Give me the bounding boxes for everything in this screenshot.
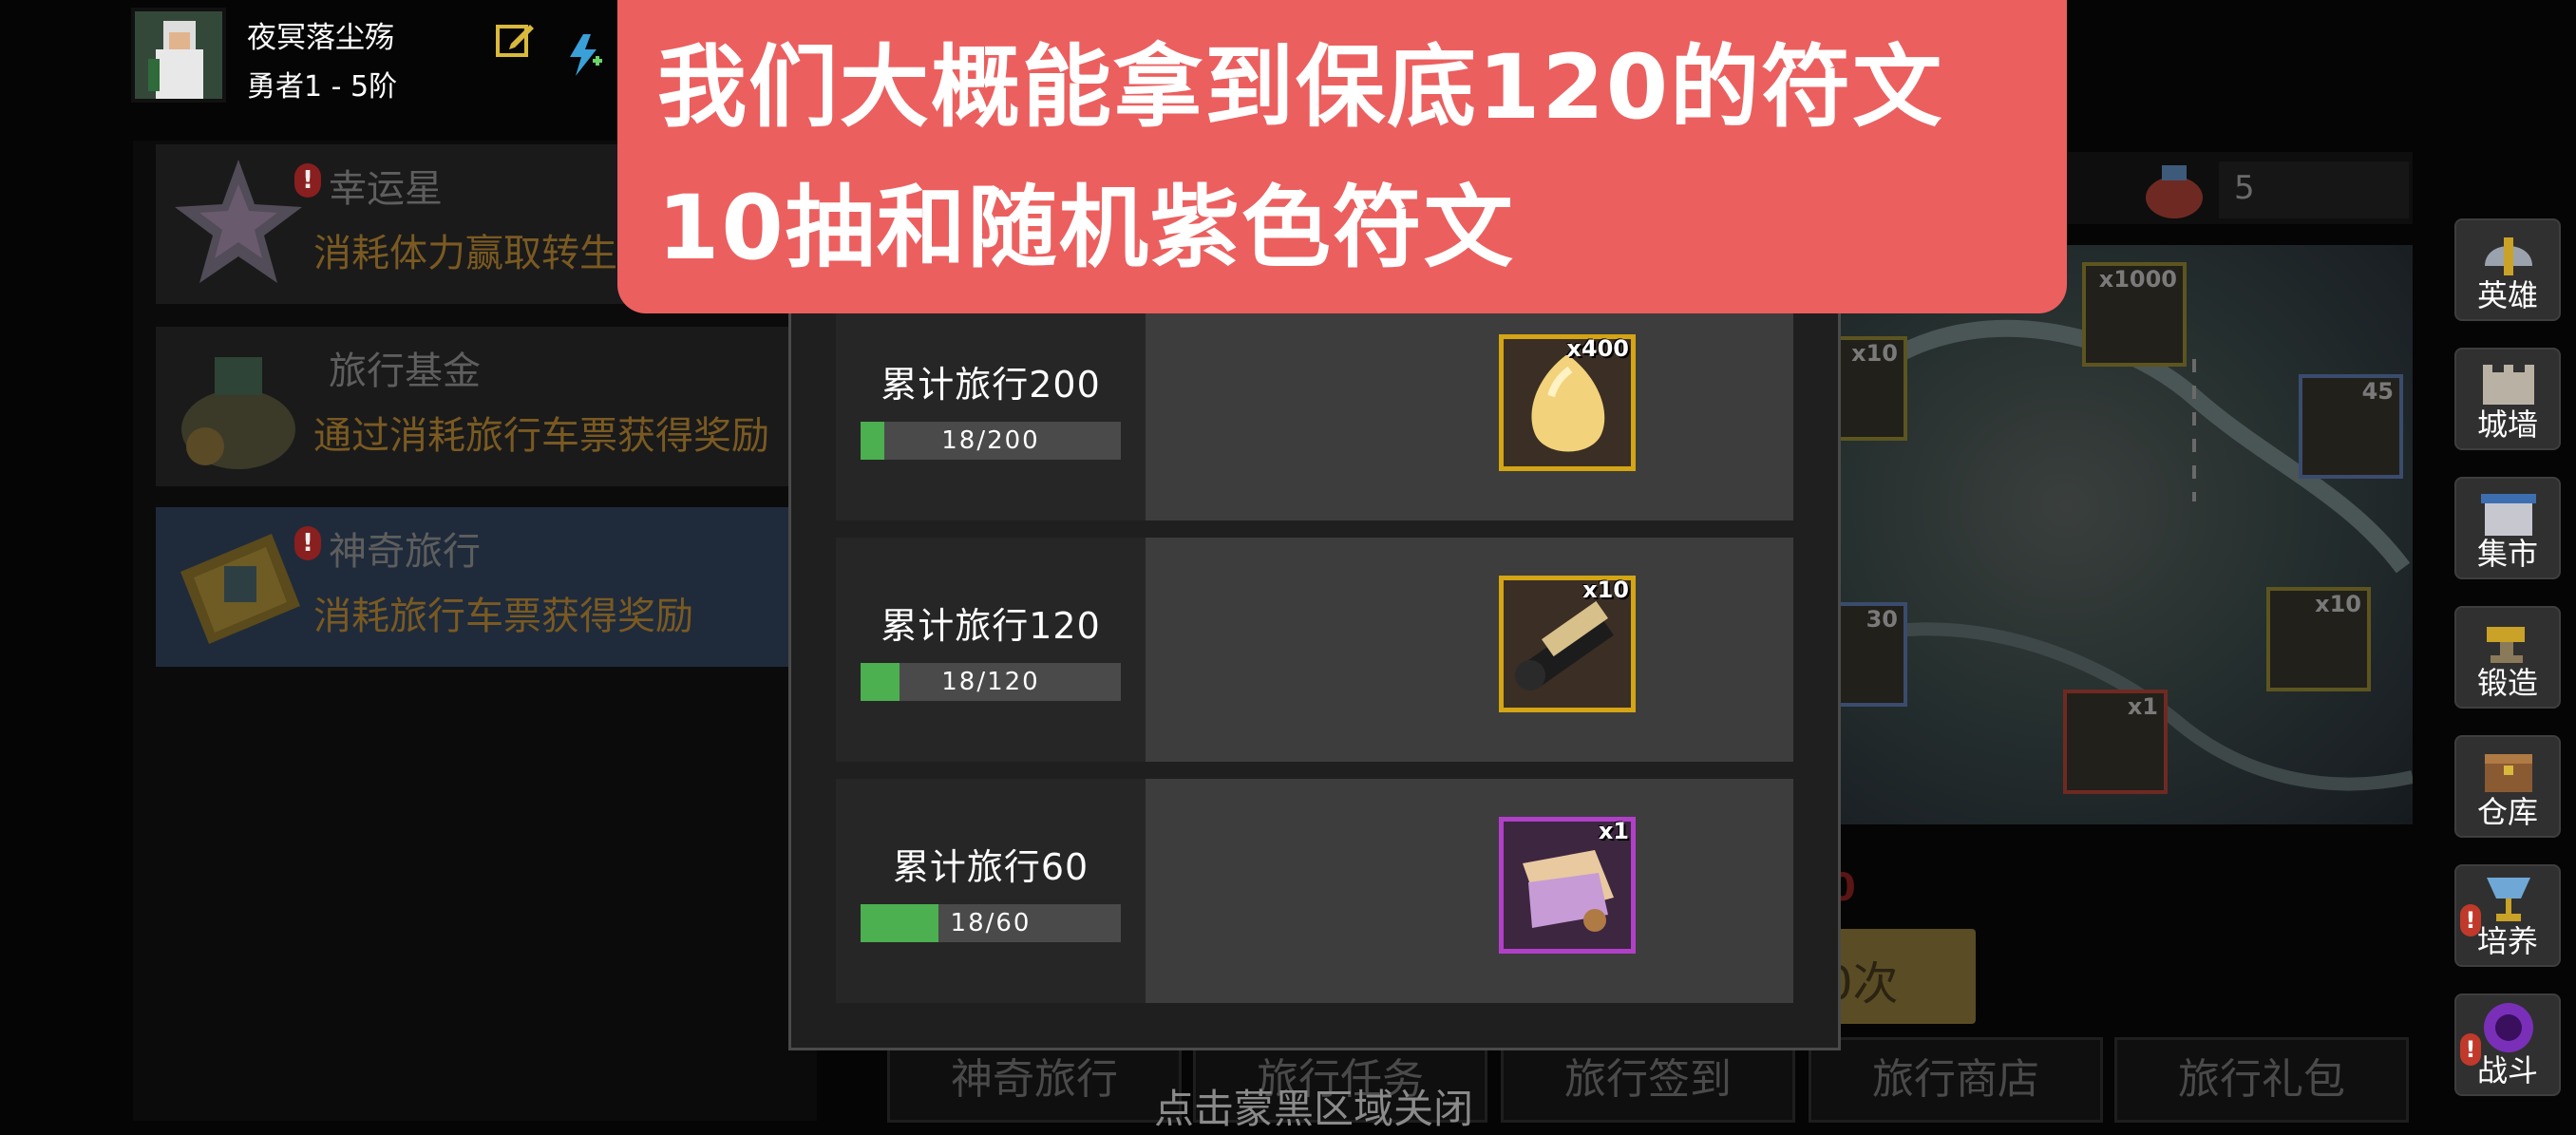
nav-label: 锻造 — [2476, 665, 2538, 701]
caption-line-2: 10抽和随机紫色符文 — [657, 177, 1515, 280]
reward-title: 累计旅行200 — [881, 364, 1101, 406]
map-reward-count: x1 — [2127, 693, 2158, 720]
nav-warehouse[interactable]: 仓库 — [2454, 735, 2561, 838]
reward-row-200: 累计旅行200 18/200 x400 — [836, 296, 1793, 520]
progress-bar: 18/60 — [861, 904, 1121, 942]
nav-label: 集市 — [2476, 536, 2538, 572]
reward-title: 累计旅行60 — [892, 846, 1089, 888]
reward-quantity: x1 — [1598, 818, 1629, 844]
progress-text: 18/60 — [950, 909, 1032, 937]
money-bag-icon — [181, 357, 295, 469]
event-title: 神奇旅行 — [329, 530, 481, 574]
video-caption: 我们大概能拿到保底120的符文 10抽和随机紫色符文 — [617, 0, 2067, 313]
nav-label: 培养 — [2476, 923, 2538, 959]
nav-label: 仓库 — [2476, 794, 2538, 830]
alert-badge: ! — [294, 526, 321, 560]
close-hint: 点击蒙黑区域关闭 — [1154, 1086, 1474, 1132]
reward-info: 累计旅行120 18/120 — [836, 538, 1146, 762]
nav-forge[interactable]: 锻造 — [2454, 606, 2561, 709]
map-reward-count: x10 — [2315, 591, 2361, 617]
reward-item-purple-rune[interactable]: x1 — [1499, 817, 1636, 954]
player-name: 夜冥落尘殇 — [247, 21, 394, 55]
lightning-plus-icon[interactable] — [564, 32, 604, 82]
map-reward-egg[interactable]: x10 — [2266, 587, 2371, 691]
reward-quantity: x400 — [1566, 335, 1629, 362]
map-reward-bag[interactable]: 45 — [2299, 374, 2403, 479]
map-reward-count: 45 — [2361, 378, 2394, 405]
map-reward-count: x10 — [1851, 340, 1898, 367]
edit-icon[interactable] — [494, 19, 536, 65]
event-title: 幸运星 — [329, 167, 443, 211]
nav-label: 战斗 — [2476, 1052, 2538, 1088]
nav-wall[interactable]: 城墙 — [2454, 348, 2561, 450]
nav-market[interactable]: 集市 — [2454, 477, 2561, 579]
reward-quantity: x10 — [1582, 577, 1629, 603]
tab-travel-gift[interactable]: 旅行礼包 — [2114, 1037, 2409, 1123]
reward-row-60: 累计旅行60 18/60 x1 — [836, 779, 1793, 1003]
ticket-count: 5 — [2234, 169, 2255, 207]
nav-train[interactable]: ! 培养 — [2454, 864, 2561, 967]
reward-slot: x400 — [1146, 296, 1793, 520]
map-reward-gem[interactable]: x1 — [2063, 690, 2168, 794]
progress-text: 18/120 — [941, 668, 1040, 696]
avatar-portrait-icon — [135, 11, 222, 99]
reward-info: 累计旅行60 18/60 — [836, 779, 1146, 1003]
ticket-icon — [180, 534, 300, 644]
map-reward-bone[interactable]: x1000 — [2082, 262, 2187, 367]
map-reward-count: x1000 — [2098, 266, 2177, 293]
nav-label: 英雄 — [2476, 277, 2538, 313]
reward-info: 累计旅行200 18/200 — [836, 296, 1146, 520]
player-rank: 勇者1 - 5阶 — [247, 70, 398, 104]
event-description: 通过消耗旅行车票获得奖励 — [313, 414, 769, 458]
tab-travel-shop[interactable]: 旅行商店 — [1809, 1037, 2103, 1123]
nav-battle[interactable]: ! 战斗 — [2454, 993, 2561, 1096]
progress-bar: 18/120 — [861, 663, 1121, 701]
caption-line-1: 我们大概能拿到保底120的符文 — [657, 36, 1944, 140]
reward-item-scroll[interactable]: x10 — [1499, 576, 1636, 712]
event-description: 消耗旅行车票获得奖励 — [313, 595, 693, 638]
reward-slot: x10 — [1146, 538, 1793, 762]
event-card-travel-fund[interactable]: 旅行基金 通过消耗旅行车票获得奖励 — [156, 327, 840, 486]
ticket-bag-icon — [2139, 152, 2209, 226]
reward-slot: x1 — [1146, 779, 1793, 1003]
reward-item-golden-egg[interactable]: x400 — [1499, 334, 1636, 471]
alert-badge: ! — [294, 163, 321, 198]
event-card-magic-travel[interactable]: ! 神奇旅行 消耗旅行车票获得奖励 — [156, 507, 840, 667]
progress-bar: 18/200 — [861, 422, 1121, 460]
reward-row-120: 累计旅行120 18/120 x10 — [836, 538, 1793, 762]
star-crystal-icon — [175, 160, 302, 283]
nav-hero[interactable]: 英雄 — [2454, 218, 2561, 321]
reward-title: 累计旅行120 — [881, 605, 1101, 647]
progress-text: 18/200 — [941, 426, 1040, 455]
travel-map[interactable]: x1000 x10 45 30 x10 x1 — [1822, 245, 2415, 824]
event-title: 旅行基金 — [329, 350, 481, 393]
map-reward-count: 30 — [1866, 606, 1898, 633]
event-description: 消耗体力赢取转生 — [313, 232, 617, 275]
player-avatar[interactable] — [131, 8, 226, 103]
nav-label: 城墙 — [2476, 407, 2538, 443]
